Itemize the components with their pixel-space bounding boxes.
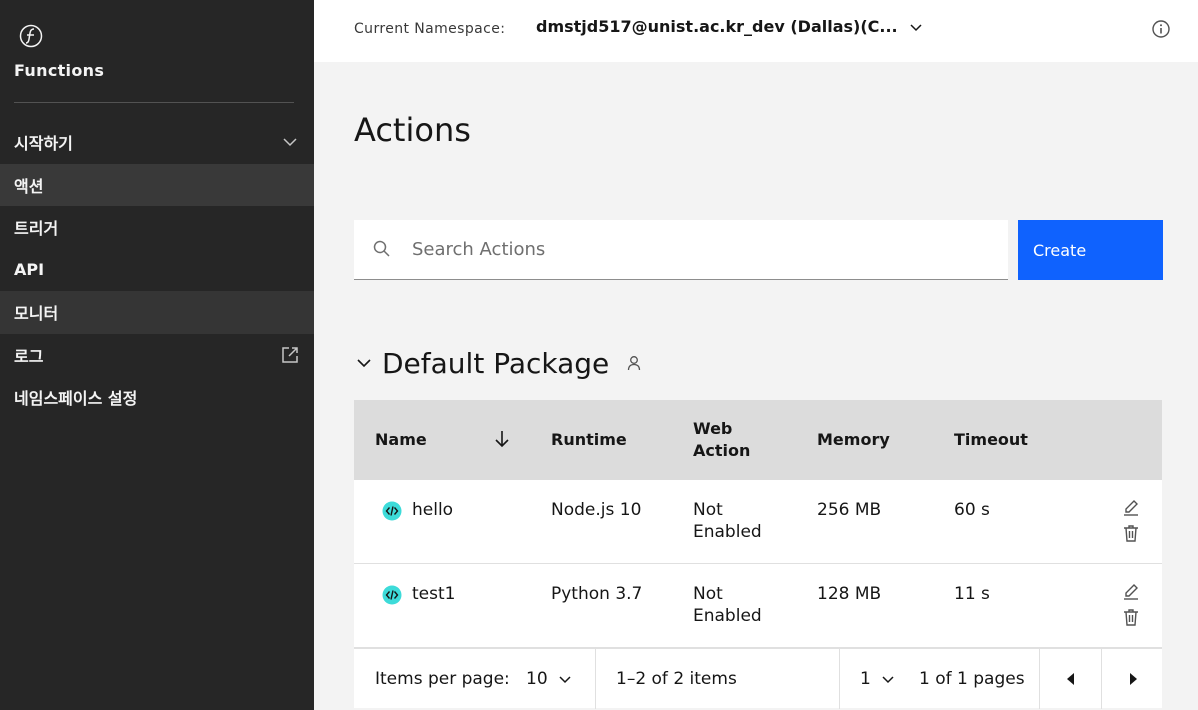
sidebar-item-label: 네임스페이스 설정 — [14, 389, 138, 409]
table-row[interactable]: hello Node.js 10 Not Enabled 256 MB 60 s — [354, 480, 1162, 564]
sidebar-item-namespace-settings[interactable]: 네임스페이스 설정 — [0, 376, 314, 419]
chevron-down-icon — [910, 23, 922, 31]
item-range-text: 1–2 of 2 items — [616, 669, 737, 689]
sidebar-item-label: 로그 — [14, 346, 44, 366]
package-header[interactable]: Default Package — [354, 343, 643, 383]
external-link-icon — [282, 347, 298, 363]
sidebar-item-label: 트리거 — [14, 219, 59, 239]
namespace-value: dmstjd517@unist.ac.kr_dev (Dallas)(C... — [536, 17, 898, 36]
chevron-down-icon — [283, 138, 297, 147]
sidebar-item-label: 시작하기 — [14, 134, 73, 154]
column-header-name[interactable]: Name — [375, 400, 427, 480]
sidebar-item-label: API — [14, 260, 45, 280]
page-count-text: 1 of 1 pages — [919, 669, 1025, 689]
sidebar-item-triggers[interactable]: 트리거 — [0, 206, 314, 249]
web-action-cell: Not Enabled — [693, 500, 762, 542]
package-title: Default Package — [382, 346, 610, 380]
items-per-page-select[interactable]: 10 — [526, 649, 572, 709]
action-code-icon — [382, 501, 402, 521]
sort-arrow-down-icon[interactable] — [492, 428, 512, 450]
memory-cell: 256 MB — [817, 500, 882, 520]
sidebar-item-api[interactable]: API — [0, 249, 314, 292]
chevron-down-icon — [882, 676, 894, 684]
pagination: Items per page: 10 1–2 of 2 items 1 1 of… — [354, 648, 1163, 709]
column-header-runtime[interactable]: Runtime — [551, 400, 627, 480]
user-icon — [628, 356, 641, 371]
timeout-cell: 60 s — [954, 500, 990, 520]
create-button[interactable]: Create — [1018, 220, 1163, 280]
table-body: hello Node.js 10 Not Enabled 256 MB 60 s… — [354, 480, 1162, 648]
runtime-cell: Python 3.7 — [551, 584, 643, 604]
runtime-cell: Node.js 10 — [551, 500, 642, 520]
sidebar: Functions 시작하기 액션 트리거 API 모니터 로그 네임스페이스 … — [0, 0, 314, 710]
previous-page-button[interactable] — [1040, 649, 1101, 709]
items-per-page-label: Items per page: — [375, 669, 510, 689]
action-name-link[interactable]: hello — [412, 499, 453, 521]
namespace-label: Current Namespace: — [354, 21, 506, 37]
namespace-header: Current Namespace: dmstjd517@unist.ac.kr… — [314, 0, 1198, 62]
page-title: Actions — [354, 111, 471, 149]
functions-logo-icon — [19, 24, 43, 48]
divider — [595, 649, 596, 709]
column-header-memory[interactable]: Memory — [817, 400, 890, 480]
sidebar-item-actions[interactable]: 액션 — [0, 163, 314, 206]
table-row[interactable]: test1 Python 3.7 Not Enabled 128 MB 11 s — [354, 564, 1162, 648]
sidebar-item-monitor[interactable]: 모니터 — [0, 291, 314, 334]
web-action-cell: Not Enabled — [693, 584, 762, 626]
page-select[interactable]: 1 — [860, 649, 895, 709]
caret-left-icon — [1066, 673, 1074, 685]
divider — [14, 102, 294, 103]
edit-pencil-icon[interactable] — [1121, 498, 1141, 518]
chevron-down-icon — [559, 676, 571, 684]
divider — [839, 649, 840, 709]
next-page-button[interactable] — [1102, 649, 1163, 709]
trash-icon[interactable] — [1121, 523, 1141, 543]
action-name-link[interactable]: test1 — [412, 583, 455, 605]
sidebar-item-getting-started[interactable]: 시작하기 — [0, 121, 314, 164]
action-code-icon — [382, 585, 402, 605]
column-header-web-action[interactable]: Web Action — [693, 400, 763, 480]
search-input[interactable] — [412, 220, 992, 278]
actions-table: Name Runtime Web Action Memory Timeout h… — [354, 400, 1163, 709]
info-icon[interactable] — [1151, 19, 1171, 39]
timeout-cell: 11 s — [954, 584, 990, 604]
namespace-dropdown[interactable]: dmstjd517@unist.ac.kr_dev (Dallas)(C... — [536, 17, 924, 36]
app-title: Functions — [14, 61, 105, 80]
table-header: Name Runtime Web Action Memory Timeout — [354, 400, 1162, 480]
sidebar-item-label: 모니터 — [14, 304, 59, 324]
sidebar-item-label: 액션 — [14, 176, 44, 196]
search-icon — [373, 240, 390, 257]
trash-icon[interactable] — [1121, 607, 1141, 627]
column-header-timeout[interactable]: Timeout — [954, 400, 1028, 480]
memory-cell: 128 MB — [817, 584, 882, 604]
sidebar-item-logs[interactable]: 로그 — [0, 334, 314, 377]
sidebar-nav: 시작하기 액션 트리거 API 모니터 로그 네임스페이스 설정 — [0, 121, 314, 419]
edit-pencil-icon[interactable] — [1121, 582, 1141, 602]
caret-right-icon — [1129, 673, 1137, 685]
search-bar — [354, 220, 1008, 280]
chevron-down-icon[interactable] — [354, 353, 374, 373]
